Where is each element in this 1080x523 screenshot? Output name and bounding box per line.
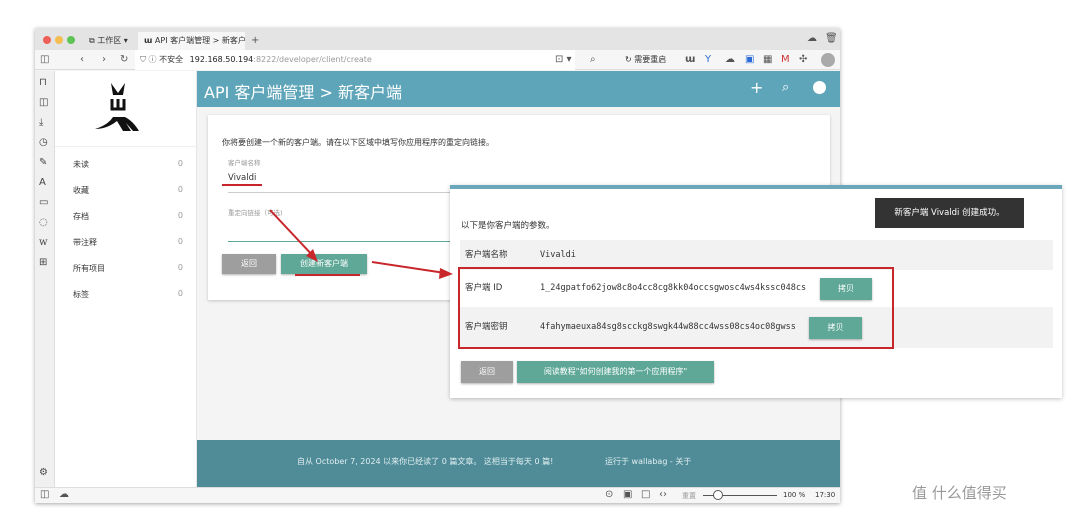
annotation-arrows [222,184,453,279]
arrow-annotation [269,209,316,259]
arrow-annotation [371,261,446,274]
watermark: 值 什么值得买 [912,484,1007,502]
arrow-head [439,268,453,279]
